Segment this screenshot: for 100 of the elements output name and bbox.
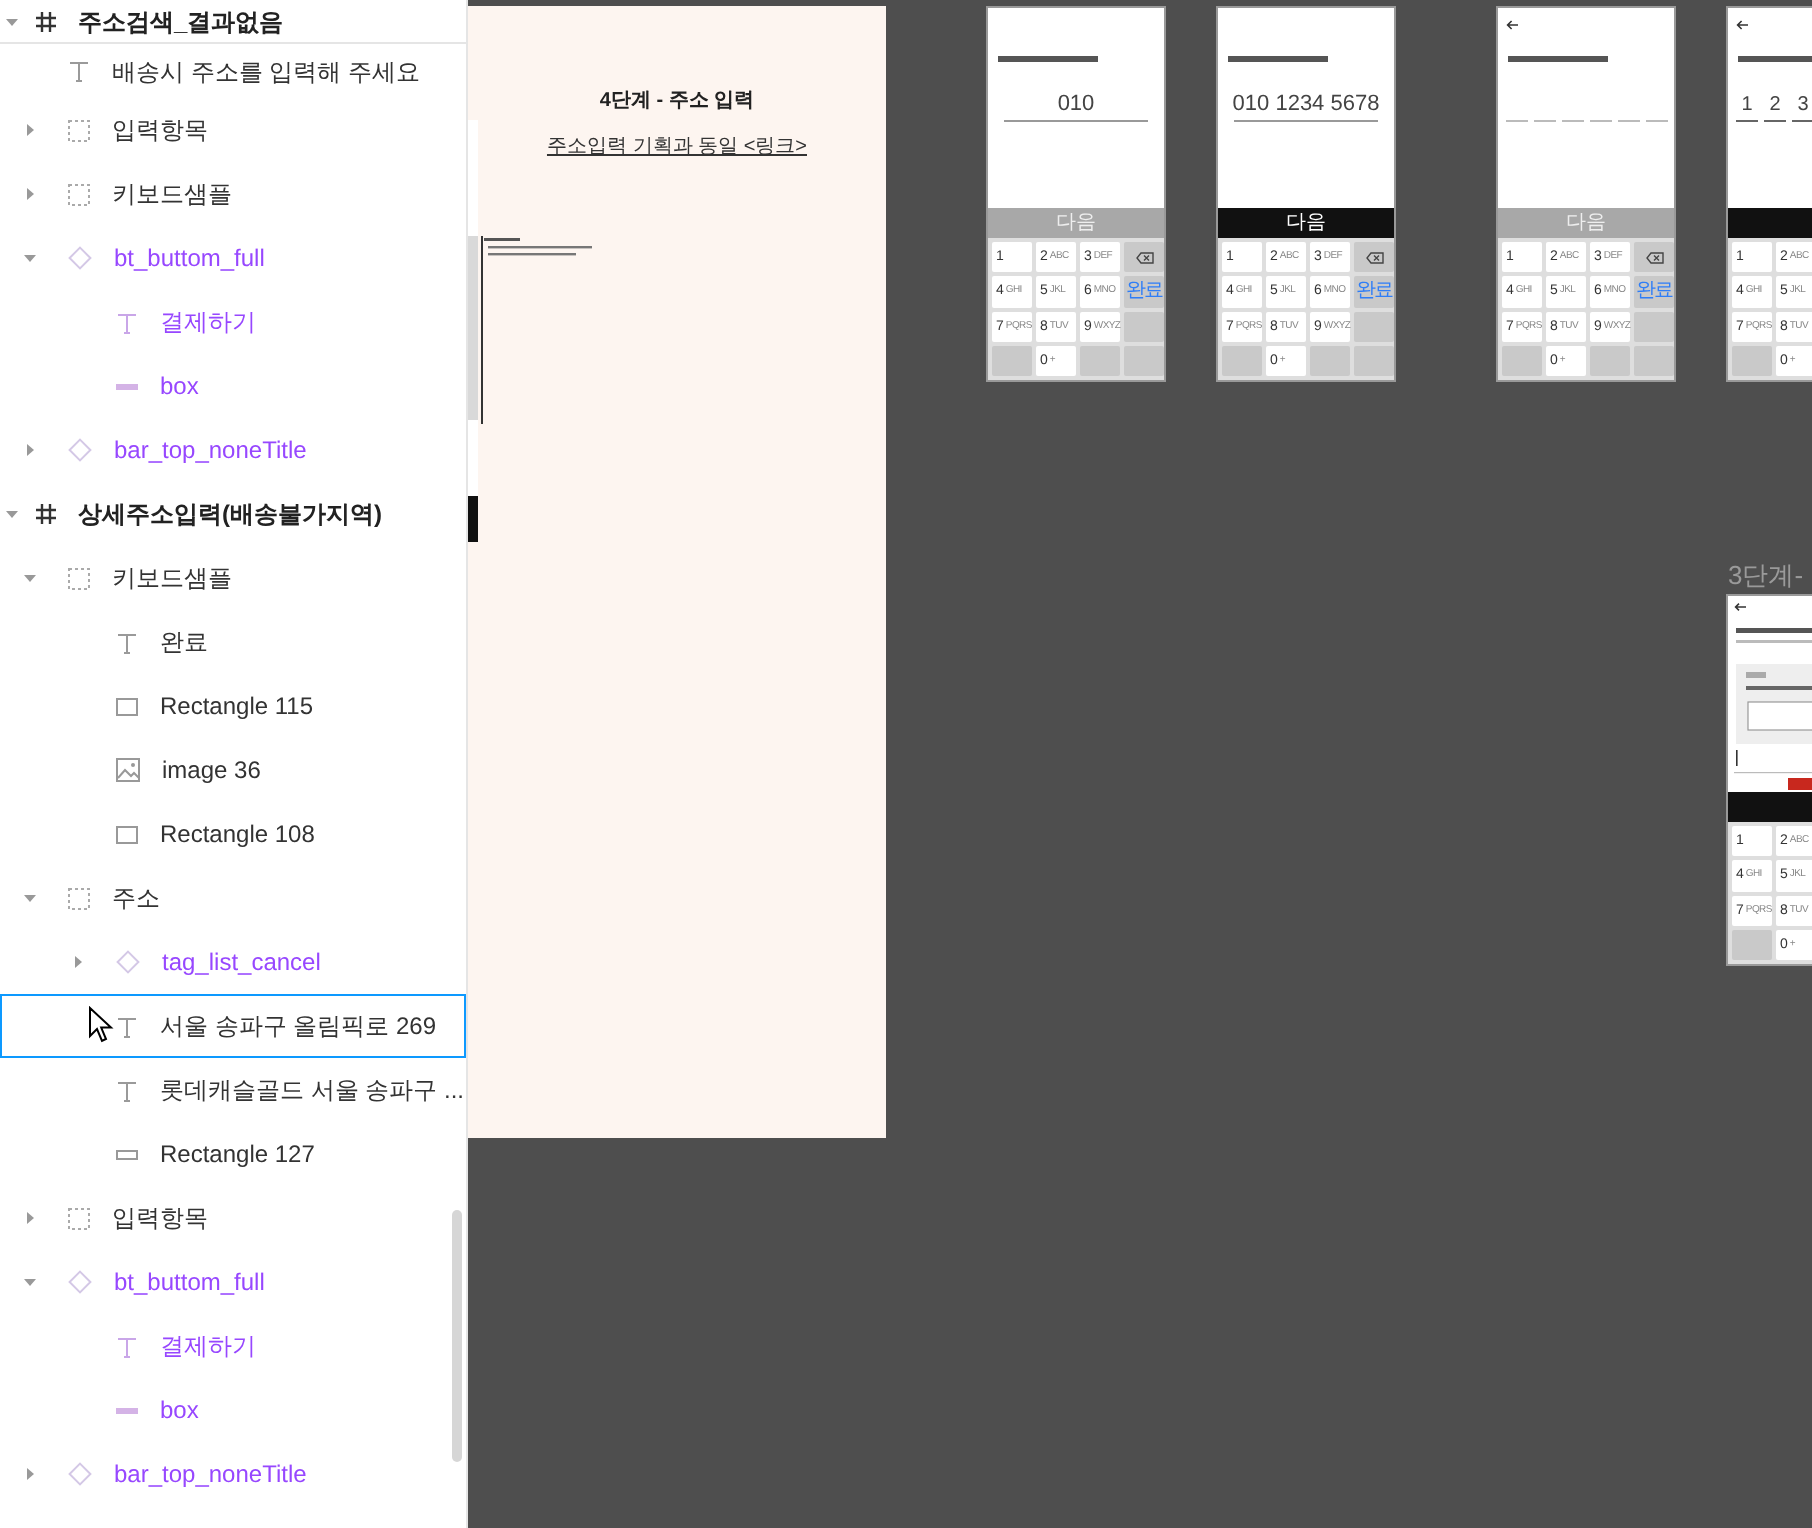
- heading-line-drawing: [1738, 56, 1812, 62]
- layer-name: 서울 송파구 올림픽로 269: [160, 1010, 437, 1044]
- layer-row[interactable]: bt_buttom_full: [0, 1250, 466, 1314]
- diamond-icon: [68, 1462, 92, 1486]
- layer-name: 키보드샘플: [112, 178, 232, 212]
- layer-row[interactable]: 배송시 주소를 입력해 주세요: [0, 44, 466, 98]
- layer-name: Rectangle 115: [160, 690, 313, 724]
- blank-key: [1590, 345, 1630, 376]
- frame-label: 3단계-: [1728, 562, 1804, 588]
- layer-row[interactable]: 결제하기: [0, 1314, 466, 1378]
- dashed-square-icon: [68, 119, 90, 141]
- blank-key: [1310, 345, 1350, 376]
- layer-name: bt_buttom_full: [114, 242, 265, 276]
- layer-row[interactable]: 상세주소입력(배송불가지역): [0, 482, 466, 546]
- layer-row[interactable]: Rectangle 127: [0, 1122, 466, 1186]
- layer-row[interactable]: tag_list_cancel: [0, 930, 466, 994]
- back-arrow-icon[interactable]: [1506, 20, 1518, 30]
- backspace-key[interactable]: [1124, 242, 1164, 273]
- layer-name: tag_list_cancel: [162, 946, 321, 980]
- caret-down-icon[interactable]: [22, 250, 38, 266]
- layer-row[interactable]: 롯데캐슬골드 서울 송파구 ...: [0, 1058, 466, 1122]
- layer-row[interactable]: bar_top_noneTitle: [0, 418, 466, 482]
- layer-name: 결제하기: [160, 1330, 256, 1364]
- dashed-square-icon: [68, 567, 90, 589]
- layer-row[interactable]: Rectangle 108: [0, 802, 466, 866]
- layer-name: bar_top_noneTitle: [114, 1458, 307, 1492]
- blank-key: [1080, 345, 1120, 376]
- layer-name: 결제하기: [160, 306, 256, 340]
- code-digit-field[interactable]: 2: [1764, 92, 1786, 122]
- layer-name: box: [160, 1394, 199, 1428]
- layer-row[interactable]: 주소: [0, 866, 466, 930]
- caret-down-icon[interactable]: [4, 13, 20, 29]
- back-arrow-icon[interactable]: [1736, 20, 1748, 30]
- blank-key: [1354, 311, 1394, 342]
- layer-row[interactable]: image 36: [0, 738, 466, 802]
- caret-down-icon[interactable]: [4, 506, 20, 522]
- caret-right-icon[interactable]: [22, 442, 38, 458]
- blank-key: [1124, 311, 1164, 342]
- caret-right-icon[interactable]: [70, 954, 86, 970]
- layer-row[interactable]: 키보드샘플: [0, 546, 466, 610]
- blank-key: [1502, 345, 1542, 376]
- heading-line-drawing: [1228, 56, 1328, 62]
- caret-right-icon[interactable]: [22, 122, 38, 138]
- layer-row[interactable]: box: [0, 354, 466, 418]
- board-title: 4단계 - 주소 입력: [599, 88, 755, 116]
- backspace-key[interactable]: [1634, 242, 1674, 273]
- scrollbar[interactable]: [452, 1210, 462, 1462]
- code-digit-field[interactable]: 1: [1736, 92, 1758, 122]
- next-button[interactable]: 다음: [1218, 208, 1394, 238]
- blank-key: [1732, 345, 1772, 376]
- text-t-icon: [116, 1015, 138, 1037]
- layer-row[interactable]: box: [0, 1378, 466, 1442]
- mouse-cursor-icon: [88, 1006, 114, 1044]
- heading-line-drawing: [998, 56, 1098, 62]
- backspace-key[interactable]: [1354, 242, 1394, 273]
- layer-row[interactable]: Rectangle 115: [0, 674, 466, 738]
- rectangle-icon: [116, 697, 138, 715]
- layer-row[interactable]: 키보드샘플: [0, 162, 466, 226]
- backspace-icon: [1645, 251, 1663, 264]
- frame-hash-icon: [34, 502, 58, 526]
- text-t-icon: [116, 311, 138, 333]
- diamond-icon: [68, 246, 92, 270]
- caret-down-icon[interactable]: [22, 890, 38, 906]
- layer-name: bt_buttom_full: [114, 1266, 265, 1300]
- board-link[interactable]: 주소입력 기획과 동일 <링크>: [546, 132, 807, 162]
- layer-name: image 36: [162, 754, 261, 788]
- text-t-icon: [68, 60, 90, 82]
- layer-name: bar_top_noneTitle: [114, 434, 307, 468]
- frame-hash-icon: [34, 9, 58, 33]
- layer-row[interactable]: bar_top_noneTitle: [0, 1442, 466, 1506]
- heading-line-drawing: [1508, 56, 1608, 62]
- layer-row[interactable]: 입력항목: [0, 1186, 466, 1250]
- layer-row[interactable]: 완료: [0, 610, 466, 674]
- phone-input-field[interactable]: 010 1234 5678: [1234, 88, 1378, 122]
- layer-name: 배송시 주소를 입력해 주세요: [112, 55, 421, 89]
- text-t-icon: [116, 1079, 138, 1101]
- layer-row[interactable]: 결제하기: [0, 290, 466, 354]
- layer-row[interactable]: bt_buttom_full: [0, 226, 466, 290]
- backspace-icon: [1135, 251, 1153, 264]
- blank-key: [1634, 345, 1674, 376]
- text-t-icon: [116, 631, 138, 653]
- layer-name: 주소: [112, 882, 160, 916]
- caret-down-icon[interactable]: [22, 1274, 38, 1290]
- blank-key: [1634, 311, 1674, 342]
- code-digit-field[interactable]: 3: [1792, 92, 1812, 122]
- caret-down-icon[interactable]: [22, 570, 38, 586]
- caret-right-icon[interactable]: [22, 186, 38, 202]
- diamond-icon: [68, 438, 92, 462]
- layer-name: 상세주소입력(배송불가지역): [78, 498, 382, 532]
- caret-right-icon[interactable]: [22, 1210, 38, 1226]
- layer-row[interactable]: 입력항목: [0, 98, 466, 162]
- dashed-square-icon: [68, 183, 90, 205]
- diamond-icon: [68, 1270, 92, 1294]
- layer-name: Rectangle 108: [160, 818, 315, 852]
- image-icon: [116, 758, 140, 782]
- layer-row[interactable]: 서울 송파구 올림픽로 269: [0, 994, 466, 1058]
- layer-name: Rectangle 127: [160, 1138, 315, 1172]
- layer-name: 완료: [160, 626, 208, 660]
- phone-input-field[interactable]: 010: [1004, 88, 1148, 122]
- caret-right-icon[interactable]: [22, 1466, 38, 1482]
